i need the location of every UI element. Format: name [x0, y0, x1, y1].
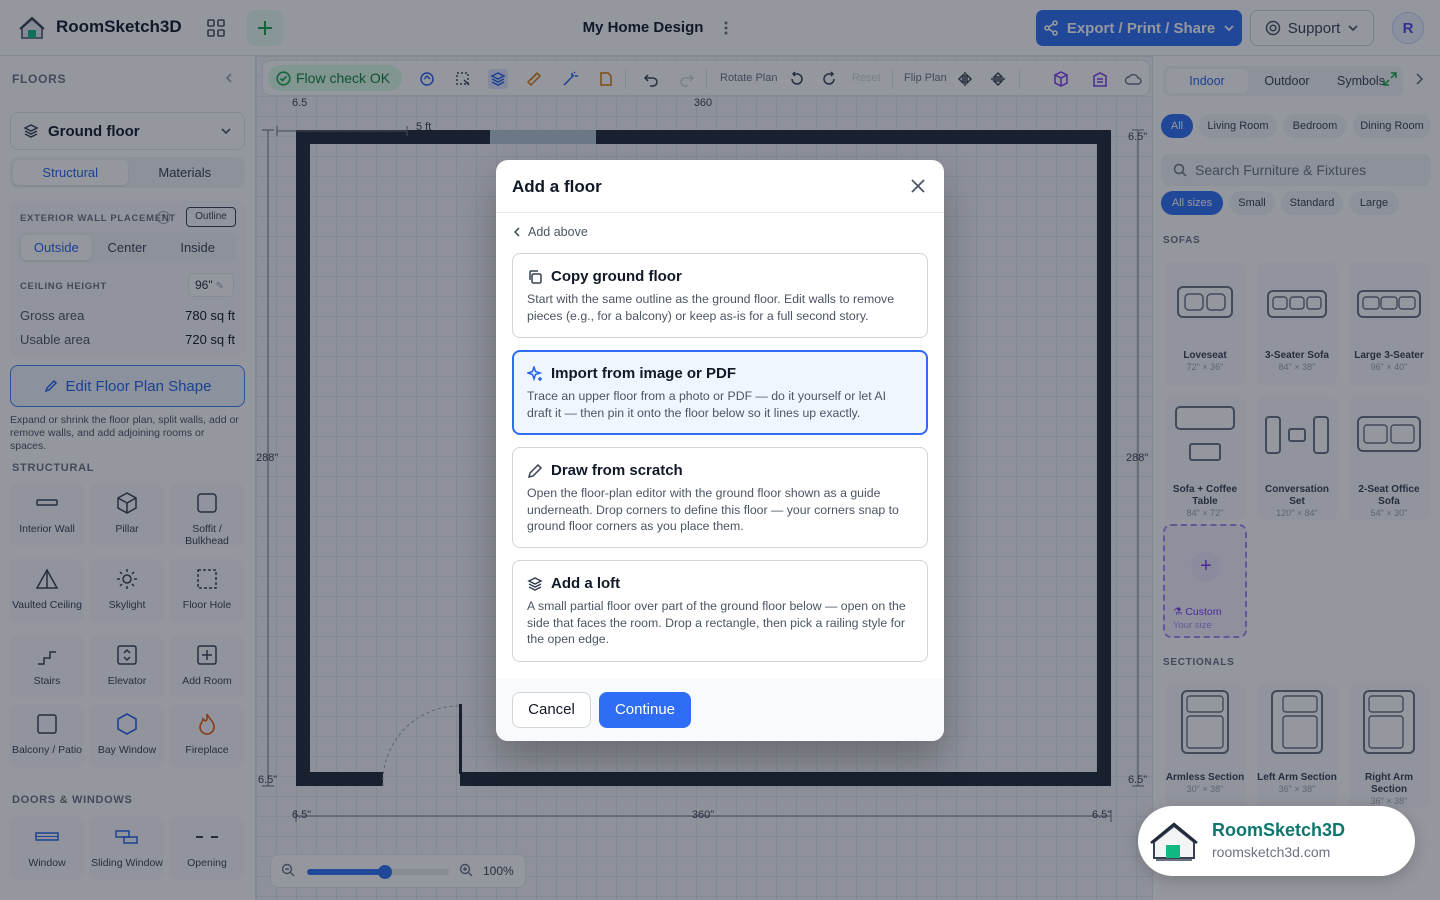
add-floor-dialog: Add a floor Add above Copy ground floor …: [496, 160, 944, 741]
brand-watermark: RoomSketch3D roomsketch3d.com: [1138, 806, 1415, 876]
brand-url: roomsketch3d.com: [1212, 844, 1331, 860]
option-draw-from-scratch[interactable]: Draw from scratch Open the floor-plan ed…: [512, 447, 928, 548]
back-add-above[interactable]: Add above: [512, 225, 588, 239]
brand-logo-icon: [1148, 818, 1200, 864]
layers-icon: [527, 576, 543, 591]
option-add-loft[interactable]: Add a loft A small partial floor over pa…: [512, 560, 928, 662]
cancel-button[interactable]: Cancel: [512, 692, 591, 728]
copy-icon: [529, 269, 542, 284]
option-copy-ground-floor[interactable]: Copy ground floor Start with the same ou…: [512, 253, 928, 338]
option-desc: Trace an upper floor from a photo or PDF…: [527, 389, 887, 420]
close-icon[interactable]: [910, 178, 926, 194]
brand-name: RoomSketch3D: [1212, 820, 1346, 840]
option-desc: Open the floor-plan editor with the grou…: [527, 486, 899, 534]
sparkle-icon: [527, 365, 543, 381]
chevron-left-icon: [513, 227, 520, 237]
option-title: Draw from scratch: [551, 462, 683, 479]
option-import-image-pdf[interactable]: Import from image or PDF Trace an upper …: [512, 350, 928, 435]
continue-button[interactable]: Continue: [599, 692, 691, 728]
dialog-title: Add a floor: [512, 177, 602, 196]
option-title: Import from image or PDF: [551, 365, 737, 382]
option-title: Copy ground floor: [551, 268, 682, 285]
back-label: Add above: [528, 225, 588, 239]
option-title: Add a loft: [551, 575, 621, 592]
pencil-icon: [527, 463, 543, 478]
dialog-footer: Cancel Continue: [496, 678, 944, 741]
option-desc: Start with the same outline as the groun…: [527, 292, 895, 323]
option-desc: A small partial floor over part of the g…: [527, 599, 906, 647]
